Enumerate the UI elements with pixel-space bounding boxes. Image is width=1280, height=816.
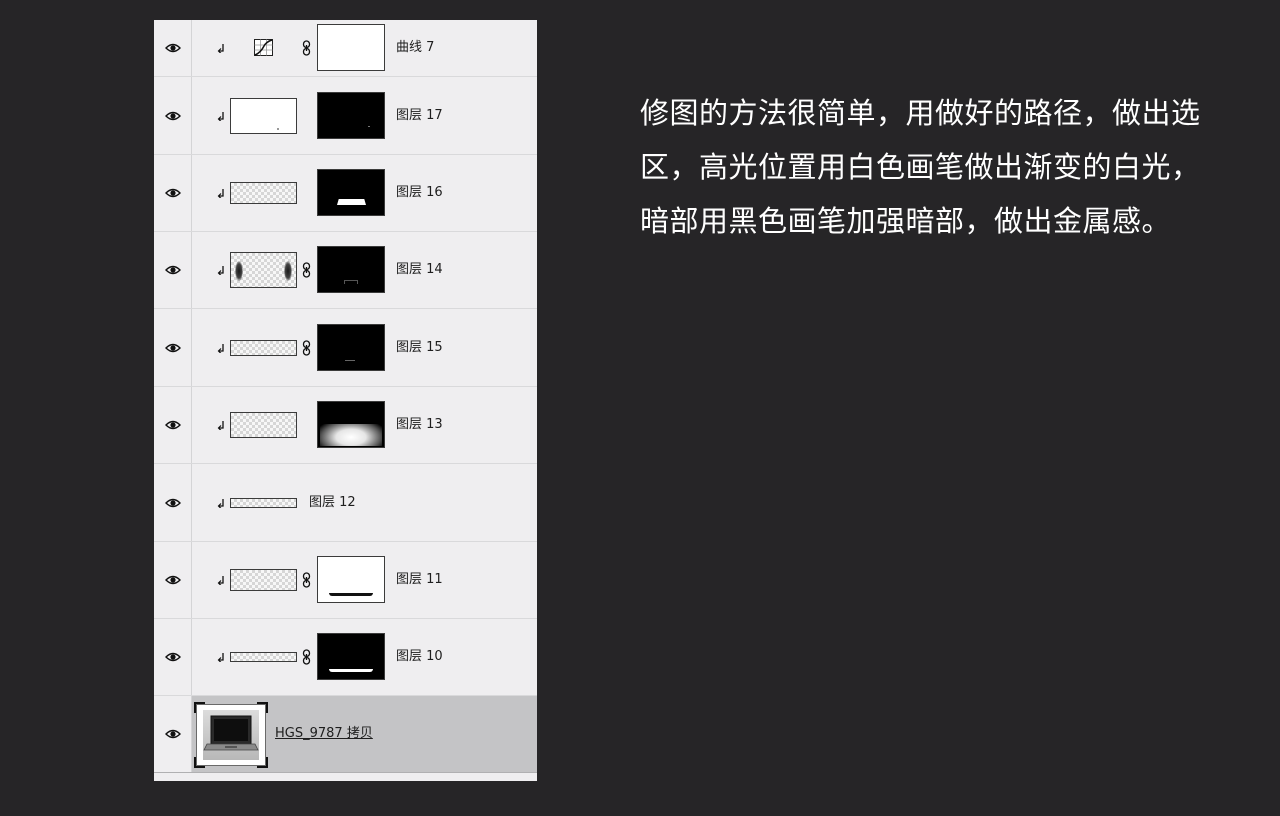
layer-row-15[interactable]: 图层 15 [154,309,537,387]
layer-mask-thumbnail[interactable] [317,246,385,293]
layer-row-16[interactable]: 图层 16 [154,155,537,232]
layer-mask-thumbnail[interactable] [317,169,385,216]
curves-adjustment-icon [254,39,273,56]
layer-row-curves-7[interactable]: 曲线 7 [154,20,537,77]
layers-panel: 曲线 7 图层 17 图层 16 图层 14 图层 15 图层 13 图层 12… [154,20,537,781]
clipping-arrow-icon [217,44,224,53]
clipping-arrow-icon [217,111,224,121]
clipping-arrow-icon [217,343,224,353]
layer-name: 图层 17 [396,107,443,123]
layer-name: 图层 15 [396,339,443,355]
eye-icon [165,575,181,585]
visibility-toggle[interactable] [154,464,192,541]
clipping-arrow-icon [217,653,224,662]
chain-link-icon[interactable] [302,649,312,665]
layer-name: 图层 11 [396,572,443,587]
visibility-toggle[interactable] [154,77,192,154]
chain-link-icon[interactable] [302,572,312,588]
visibility-toggle[interactable] [154,309,192,386]
layer-thumbnail[interactable] [230,339,297,356]
visibility-toggle[interactable] [154,619,192,695]
clipping-arrow-icon [217,266,224,275]
layer-thumbnail[interactable] [230,252,297,288]
layer-name: 图层 12 [309,494,356,510]
layer-row-14[interactable]: 图层 14 [154,232,537,309]
layer-thumbnail[interactable] [230,652,297,662]
eye-icon [165,652,181,662]
smart-object-thumbnail[interactable] [194,702,268,768]
eye-icon [165,343,181,352]
clipping-arrow-icon [217,189,224,198]
layer-mask-thumbnail[interactable] [317,633,385,680]
visibility-toggle[interactable] [154,387,192,463]
layer-name: 图层 16 [396,185,443,200]
layer-mask-thumbnail[interactable] [317,24,385,71]
layer-row-10[interactable]: 图层 10 [154,619,537,696]
layer-thumbnail[interactable] [230,412,297,438]
layer-thumbnail[interactable] [230,497,297,508]
layer-row-13[interactable]: 图层 13 [154,387,537,464]
visibility-toggle[interactable] [154,20,192,76]
visibility-toggle[interactable] [154,696,192,772]
description-text: 修图的方法很简单，用做好的路径，做出选区，高光位置用白色画笔做出渐变的白光，暗部… [640,96,1201,238]
layer-name: HGS_9787 拷贝 [275,726,373,741]
laptop-photo [203,710,259,760]
layer-row-12[interactable]: 图层 12 [154,464,537,542]
layer-mask-thumbnail[interactable] [317,91,385,139]
layer-thumbnail[interactable] [230,182,297,204]
eye-icon [165,43,181,53]
clipping-arrow-icon [217,421,224,430]
chain-link-icon[interactable] [302,262,312,278]
layer-mask-thumbnail[interactable] [317,323,385,371]
layer-row-17[interactable]: 图层 17 [154,77,537,155]
eye-icon [165,420,181,430]
stage: 曲线 7 图层 17 图层 16 图层 14 图层 15 图层 13 图层 12… [0,0,1280,816]
visibility-toggle[interactable] [154,542,192,618]
layer-name: 图层 10 [396,649,443,664]
layer-mask-thumbnail[interactable] [317,556,385,603]
eye-icon [165,111,181,120]
layer-thumbnail[interactable] [230,97,297,134]
visibility-toggle[interactable] [154,232,192,308]
eye-icon [165,188,181,198]
layer-name: 曲线 7 [396,40,435,55]
chain-link-icon[interactable] [302,339,312,356]
layer-name: 图层 13 [396,417,443,432]
layer-row-hgs-9787-copy[interactable]: HGS_9787 拷贝 [154,696,537,773]
layer-row-11[interactable]: 图层 11 [154,542,537,619]
layer-thumbnail[interactable] [230,569,297,591]
clipping-arrow-icon [217,498,224,508]
chain-link-icon[interactable] [302,40,312,56]
eye-icon [165,265,181,275]
eye-icon [165,729,181,739]
eye-icon [165,498,181,507]
layer-mask-thumbnail[interactable] [317,401,385,448]
clipping-arrow-icon [217,576,224,585]
visibility-toggle[interactable] [154,155,192,231]
layer-name: 图层 14 [396,262,443,277]
